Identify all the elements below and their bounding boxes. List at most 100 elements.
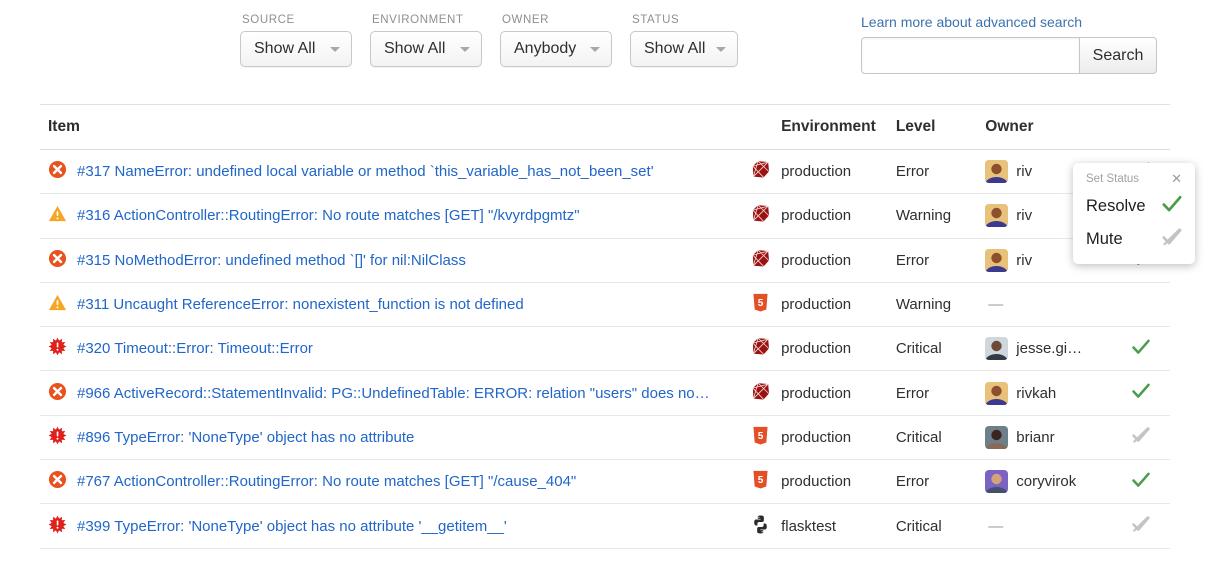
item-link[interactable]: #311 Uncaught ReferenceError: nonexisten…	[77, 296, 524, 313]
python-icon	[750, 514, 771, 539]
svg-text:5: 5	[758, 298, 764, 309]
owner-cell: —	[985, 518, 1111, 535]
set-status-popup: Set Status ✕ Resolve Mute	[1073, 163, 1195, 264]
header-item: Item	[40, 118, 740, 136]
table-body: #317 NameError: undefined local variable…	[40, 150, 1170, 549]
avatar	[985, 204, 1008, 227]
item-link[interactable]: #767 ActionController::RoutingError: No …	[77, 473, 576, 490]
level-cell: Warning	[896, 296, 985, 313]
filter-status: STATUS Show All	[630, 14, 738, 67]
error-icon	[48, 470, 77, 493]
item-link[interactable]: #317 NameError: undefined local variable…	[77, 163, 654, 180]
ruby-icon	[750, 336, 771, 361]
table-row[interactable]: #317 NameError: undefined local variable…	[40, 150, 1170, 194]
table-row[interactable]: #767 ActionController::RoutingError: No …	[40, 460, 1170, 504]
owner-select-value: Anybody	[514, 40, 576, 58]
html5-icon: 5	[750, 292, 771, 317]
owner-select[interactable]: Anybody	[500, 31, 612, 67]
items-table: Item Environment Level Owner #317 NameEr…	[40, 104, 1170, 549]
resolve-check-icon[interactable]	[1130, 469, 1152, 495]
item-link[interactable]: #399 TypeError: 'NoneType' object has no…	[77, 518, 507, 535]
filter-bar: SOURCE Show All ENVIRONMENT Show All OWN…	[240, 14, 738, 67]
table-header-row: Item Environment Level Owner	[40, 105, 1170, 150]
source-cell	[740, 381, 781, 406]
error-icon	[48, 382, 77, 405]
table-row[interactable]: #316 ActionController::RoutingError: No …	[40, 194, 1170, 238]
resolve-check-icon[interactable]	[1130, 336, 1152, 362]
resolve-check-icon[interactable]	[1130, 380, 1152, 406]
item-cell: #966 ActiveRecord::StatementInvalid: PG:…	[40, 382, 740, 405]
status-select[interactable]: Show All	[630, 31, 738, 67]
level-cell: Critical	[896, 340, 985, 357]
table-row[interactable]: #966 ActiveRecord::StatementInvalid: PG:…	[40, 371, 1170, 415]
source-select[interactable]: Show All	[240, 31, 352, 67]
item-link[interactable]: #316 ActionController::RoutingError: No …	[77, 207, 580, 224]
owner-cell: —	[985, 296, 1111, 313]
chevron-down-icon	[460, 47, 470, 52]
status-cell[interactable]	[1112, 469, 1170, 495]
status-cell[interactable]	[1112, 380, 1170, 406]
owner-name: riv	[1016, 163, 1032, 180]
advanced-search-link[interactable]: Learn more about advanced search	[861, 14, 1157, 30]
svg-text:5: 5	[758, 431, 764, 442]
item-cell: #316 ActionController::RoutingError: No …	[40, 204, 740, 227]
mute-icon[interactable]	[1130, 513, 1152, 539]
level-cell: Error	[896, 163, 985, 180]
mute-icon[interactable]	[1130, 424, 1152, 450]
table-row[interactable]: #896 TypeError: 'NoneType' object has no…	[40, 416, 1170, 460]
search-input[interactable]	[861, 37, 1079, 74]
item-link[interactable]: #320 Timeout::Error: Timeout::Error	[77, 340, 313, 357]
ruby-icon	[750, 159, 771, 184]
environment-cell: production	[781, 207, 896, 224]
environment-cell: production	[781, 340, 896, 357]
search-button[interactable]: Search	[1079, 37, 1157, 74]
status-cell[interactable]	[1112, 424, 1170, 450]
level-cell: Critical	[896, 518, 985, 535]
close-icon[interactable]: ✕	[1169, 172, 1184, 185]
environment-cell: production	[781, 252, 896, 269]
source-cell	[740, 514, 781, 539]
item-link[interactable]: #315 NoMethodError: undefined method `[]…	[77, 252, 466, 269]
chevron-down-icon	[716, 47, 726, 52]
source-cell: 5	[740, 292, 781, 317]
html5-icon: 5	[750, 425, 771, 450]
item-cell: #399 TypeError: 'NoneType' object has no…	[40, 515, 740, 538]
owner-name: jesse.gi…	[1016, 340, 1082, 357]
popup-resolve-item[interactable]: Resolve	[1073, 190, 1195, 223]
item-link[interactable]: #966 ActiveRecord::StatementInvalid: PG:…	[77, 385, 710, 402]
item-cell: #896 TypeError: 'NoneType' object has no…	[40, 426, 740, 449]
status-cell[interactable]	[1112, 513, 1170, 539]
item-cell: #317 NameError: undefined local variable…	[40, 160, 740, 183]
environment-select-value: Show All	[384, 40, 445, 58]
header-level: Level	[896, 118, 985, 136]
avatar	[985, 249, 1008, 272]
environment-cell: production	[781, 429, 896, 446]
level-cell: Error	[896, 385, 985, 402]
header-owner: Owner	[985, 118, 1111, 136]
table-row[interactable]: #320 Timeout::Error: Timeout::Error produ…	[40, 327, 1170, 371]
table-row[interactable]: #315 NoMethodError: undefined method `[]…	[40, 239, 1170, 283]
owner-name: riv	[1016, 252, 1032, 269]
source-cell	[740, 203, 781, 228]
owner-none: —	[985, 296, 1003, 313]
resolve-check-icon	[1160, 192, 1184, 221]
filter-owner-label: OWNER	[500, 14, 612, 26]
critical-icon	[48, 515, 77, 538]
filter-environment-label: ENVIRONMENT	[370, 14, 482, 26]
popup-resolve-label: Resolve	[1086, 197, 1146, 216]
item-cell: #315 NoMethodError: undefined method `[]…	[40, 249, 740, 272]
warning-icon	[48, 293, 77, 316]
item-link[interactable]: #896 TypeError: 'NoneType' object has no…	[77, 429, 414, 446]
popup-title: Set Status	[1086, 173, 1139, 185]
source-select-value: Show All	[254, 40, 315, 58]
table-row[interactable]: #399 TypeError: 'NoneType' object has no…	[40, 504, 1170, 548]
owner-cell: rivkah	[985, 382, 1111, 405]
ruby-icon	[750, 381, 771, 406]
status-cell[interactable]	[1112, 336, 1170, 362]
header-environment: Environment	[781, 118, 896, 136]
mute-icon	[1160, 225, 1184, 254]
popup-mute-item[interactable]: Mute	[1073, 223, 1195, 256]
table-row[interactable]: #311 Uncaught ReferenceError: nonexisten…	[40, 283, 1170, 327]
environment-select[interactable]: Show All	[370, 31, 482, 67]
critical-icon	[48, 337, 77, 360]
